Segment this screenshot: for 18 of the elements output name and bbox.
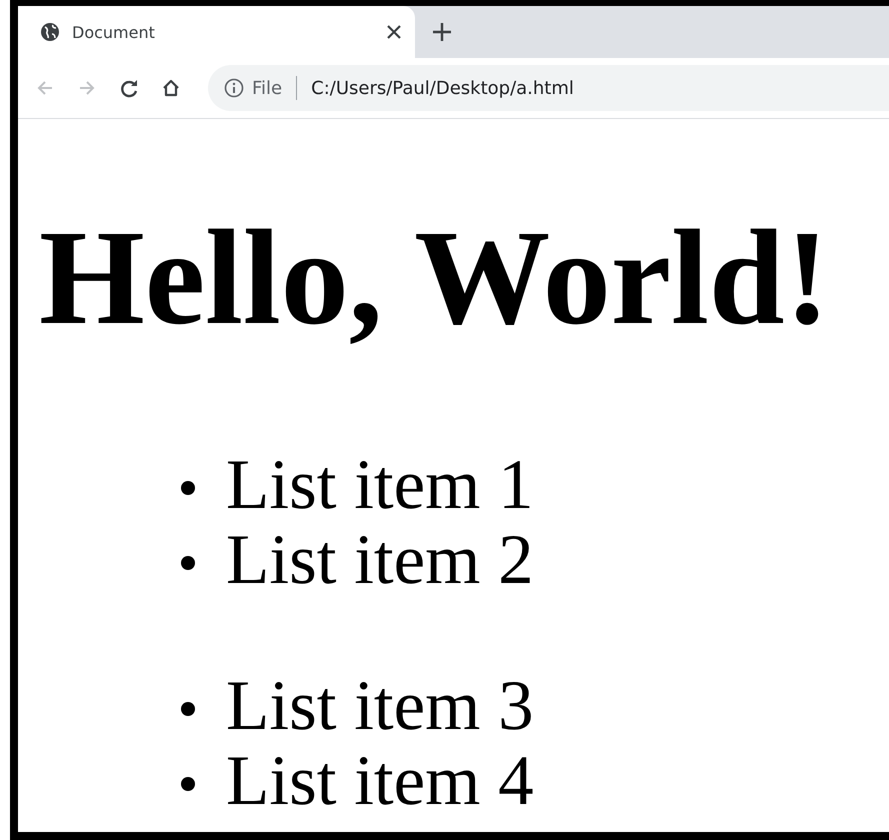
url-text: C:/Users/Paul/Desktop/a.html bbox=[311, 78, 574, 98]
browser-tab[interactable]: Document bbox=[18, 6, 415, 58]
list-item: List item 1 bbox=[226, 448, 534, 523]
bullet-icon bbox=[181, 480, 195, 494]
page-heading: Hello, World! bbox=[39, 210, 831, 346]
bullet-icon bbox=[181, 702, 195, 716]
scheme-label: File bbox=[252, 78, 282, 98]
address-bar[interactable]: File C:/Users/Paul/Desktop/a.html bbox=[208, 65, 889, 111]
plus-icon[interactable] bbox=[433, 23, 451, 41]
globe-icon bbox=[40, 22, 60, 42]
info-icon[interactable] bbox=[224, 78, 244, 98]
tab-title: Document bbox=[72, 22, 156, 42]
bullet-icon bbox=[181, 776, 195, 790]
list-item: List item 4 bbox=[226, 744, 534, 819]
bullet-icon bbox=[181, 556, 195, 570]
close-icon[interactable] bbox=[387, 25, 401, 39]
list-item: List item 3 bbox=[226, 669, 534, 744]
list-item: List item 2 bbox=[226, 523, 534, 598]
